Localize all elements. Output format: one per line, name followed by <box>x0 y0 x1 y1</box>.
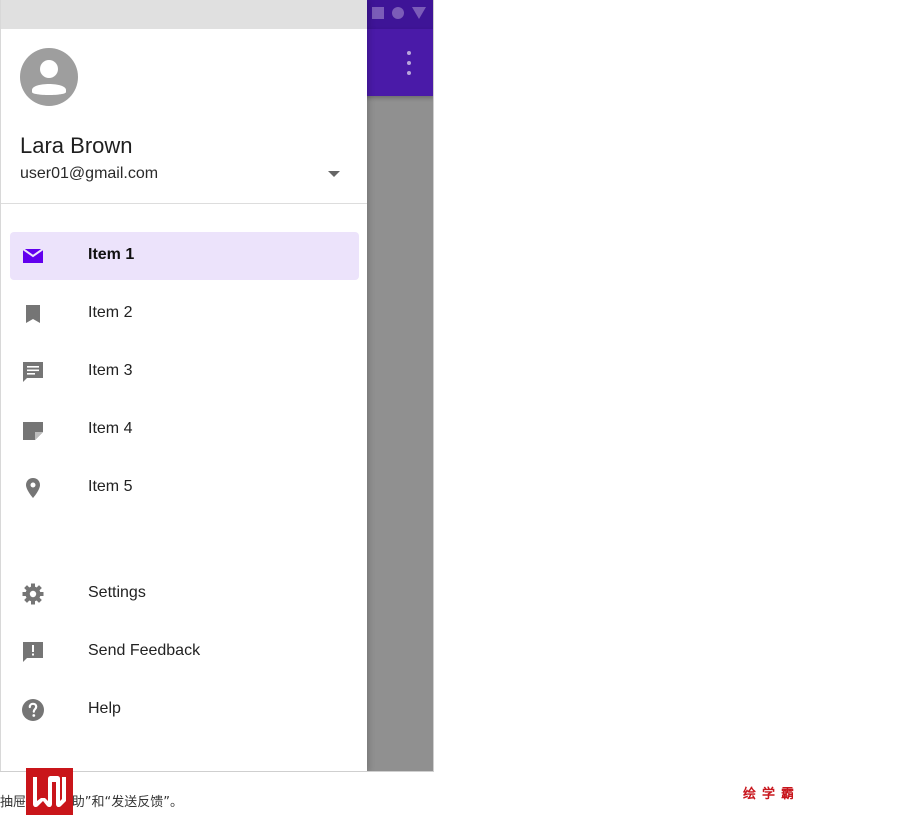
nav-item-send-feedback[interactable]: Send Feedback <box>10 628 359 676</box>
nav-item-label: Item 3 <box>88 362 133 379</box>
nav-item-label: Item 4 <box>88 420 133 437</box>
nav-item-3[interactable]: Item 3 <box>10 348 359 396</box>
nav-item-label: Item 2 <box>88 304 133 321</box>
nav-item-1[interactable]: Item 1 <box>10 232 359 280</box>
dropdown-arrow-icon[interactable] <box>328 171 340 177</box>
status-icons <box>372 7 426 19</box>
watermark-text: 绘学霸 <box>743 787 801 802</box>
account-email: user01@gmail.com <box>20 165 159 182</box>
location-pin-icon <box>26 478 40 498</box>
feedback-icon <box>23 642 43 662</box>
header-divider <box>1 203 367 204</box>
help-icon <box>22 699 44 721</box>
bookmark-icon <box>26 305 40 323</box>
nav-item-label: Settings <box>88 584 146 601</box>
nav-item-5[interactable]: Item 5 <box>10 464 359 512</box>
nav-item-label: Item 5 <box>88 478 133 495</box>
mail-icon <box>22 248 44 263</box>
note-icon <box>23 422 43 440</box>
more-vert-icon[interactable] <box>401 51 417 75</box>
signal-icon <box>412 7 426 19</box>
nav-item-label: Help <box>88 700 121 717</box>
drawer-status-bar <box>1 0 367 29</box>
recents-icon <box>372 7 384 19</box>
nav-item-4[interactable]: Item 4 <box>10 406 359 454</box>
nav-item-settings[interactable]: Settings <box>10 570 359 618</box>
chat-icon <box>23 362 43 382</box>
nav-item-help[interactable]: Help <box>10 686 359 734</box>
app-screen: Lara Brown user01@gmail.com Item 1 Item … <box>0 0 434 772</box>
navigation-drawer: Lara Brown user01@gmail.com Item 1 Item … <box>0 0 367 771</box>
home-icon <box>392 7 404 19</box>
nav-item-2[interactable]: Item 2 <box>10 290 359 338</box>
account-name: Lara Brown <box>20 133 133 158</box>
account-avatar-icon[interactable] <box>20 48 78 106</box>
nav-item-label: Item 1 <box>88 246 135 263</box>
brand-logo-icon <box>26 768 73 815</box>
nav-item-label: Send Feedback <box>88 642 201 659</box>
gear-icon <box>22 583 44 605</box>
